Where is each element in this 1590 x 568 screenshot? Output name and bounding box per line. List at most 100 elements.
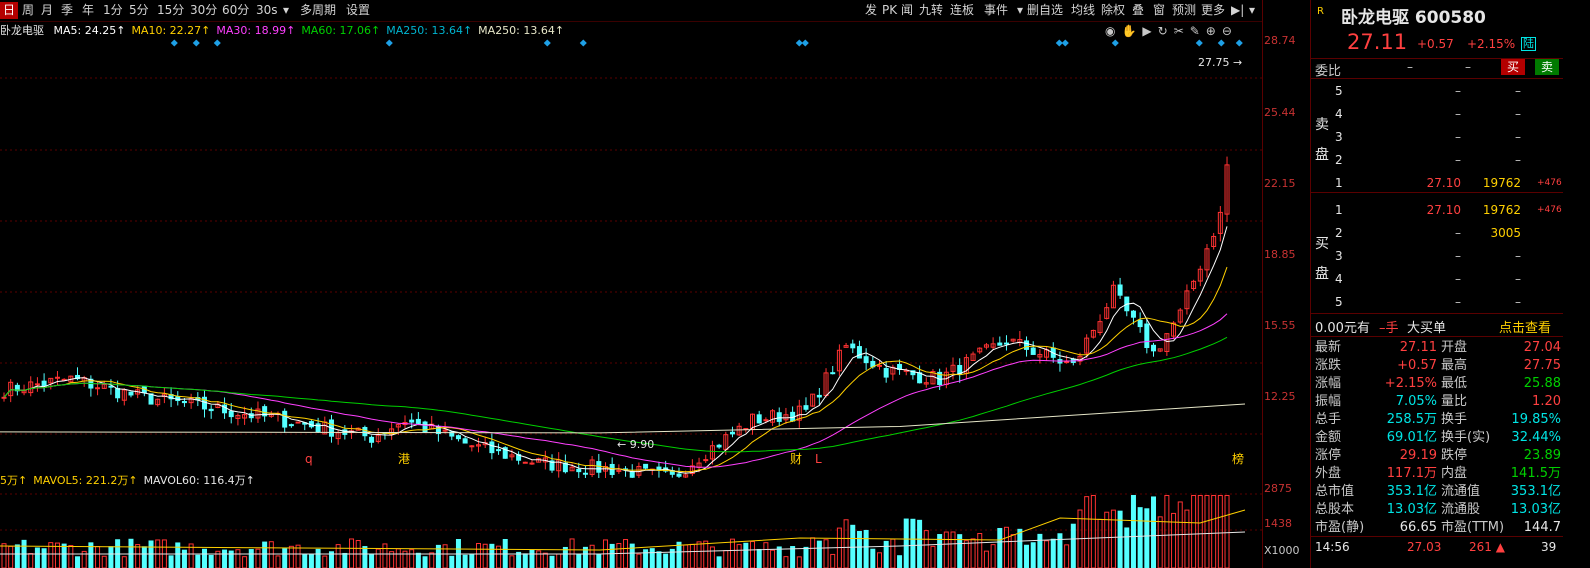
volume-bar	[1224, 494, 1230, 568]
candle-body	[95, 387, 101, 390]
volume-bar	[636, 553, 642, 568]
buy-level-row[interactable]: 4 – –	[1311, 268, 1563, 290]
volume-bar	[689, 543, 695, 568]
buy-level-row[interactable]: 5 – –	[1311, 291, 1563, 313]
stat-value: 29.19	[1399, 448, 1437, 463]
period-tab-8[interactable]: 30分	[187, 2, 218, 19]
volume-bar	[676, 541, 682, 568]
toolbar-tool-0[interactable]: 发	[862, 2, 880, 19]
event-diamond-icon[interactable]	[801, 39, 809, 47]
sell-level-row[interactable]: 1 27.10 19762 +476	[1311, 172, 1563, 194]
volume-bar	[248, 549, 254, 568]
event-diamond-icon[interactable]	[1235, 39, 1243, 47]
event-diamond-icon[interactable]	[1195, 39, 1203, 47]
period-tab-10[interactable]: 30s	[253, 2, 278, 19]
volume-bar	[268, 541, 274, 568]
settings-button[interactable]: 设置	[343, 2, 373, 19]
volume-bar	[489, 543, 495, 568]
event-diamond-icon[interactable]	[385, 39, 393, 47]
toolbar-tool-8[interactable]: 除权	[1098, 2, 1128, 19]
chart-toolbar: 日周月季年 1分 5分 15分 30分 60分 30s ▾ 多周期 设置发 PK 闻九转 连板 事件 删自选…	[0, 0, 1262, 22]
candle-body	[850, 343, 856, 349]
volume-bar	[308, 554, 314, 568]
event-diamond-icon[interactable]	[1061, 39, 1069, 47]
event-diamond-icon[interactable]	[543, 39, 551, 47]
sell-level-row[interactable]: 2 – –	[1311, 149, 1563, 171]
event-diamond-icon[interactable]	[170, 39, 178, 47]
period-tab-7[interactable]: 15分	[154, 2, 186, 19]
ma-legend-item: MA10: 22.27↑	[131, 24, 211, 37]
price-tick-label: 25.44	[1264, 106, 1296, 119]
event-diamond-icon[interactable]	[579, 39, 587, 47]
multi-period-button[interactable]: 多周期	[297, 2, 339, 19]
buy-level-row[interactable]: 1 27.10 19762 +476	[1311, 199, 1563, 221]
volume-bar	[582, 546, 588, 568]
sell-button[interactable]: 卖	[1535, 59, 1559, 75]
candle-body	[415, 418, 421, 424]
volume-bar	[1030, 542, 1036, 568]
volume-bar	[8, 545, 14, 568]
ma5-line	[3, 226, 1228, 474]
event-diamond-icon[interactable]	[1217, 39, 1225, 47]
toolbar-tool-11[interactable]: 预测	[1169, 2, 1199, 19]
event-mark[interactable]: 港	[398, 452, 410, 466]
volume-bar	[449, 555, 455, 568]
volume-bar	[476, 543, 482, 568]
toolbar-tool-2[interactable]: 闻	[898, 2, 916, 19]
toolbar-tool-12[interactable]: 更多	[1198, 2, 1228, 19]
period-tab-9[interactable]: 60分	[219, 2, 252, 19]
period-tab-0[interactable]: 日	[0, 2, 18, 19]
sell-level-row[interactable]: 4 – –	[1311, 103, 1563, 125]
candle-body	[362, 427, 368, 437]
toolbar-tool-7[interactable]: 均线	[1068, 2, 1098, 19]
buy-level-row[interactable]: 3 – –	[1311, 245, 1563, 267]
level-number: 5	[1335, 84, 1343, 98]
toolbar-tool-3[interactable]: 九转	[916, 2, 946, 19]
candle-body	[1, 396, 7, 399]
chevron-down-icon[interactable]: ▾	[1246, 2, 1258, 19]
period-tab-4[interactable]: 年	[79, 2, 99, 19]
chevron-down-icon[interactable]: ▾	[1014, 2, 1026, 19]
volume-bar	[1151, 496, 1157, 568]
period-tab-5[interactable]: 1分	[100, 2, 125, 19]
sell-level-row[interactable]: 5 – –	[1311, 80, 1563, 102]
chevron-down-icon[interactable]: ▾	[280, 2, 292, 19]
level-price: –	[1455, 107, 1461, 121]
event-mark[interactable]: q	[305, 452, 313, 466]
candle-body	[1144, 323, 1150, 349]
volume-bar	[382, 543, 388, 568]
sell-level-row[interactable]: 3 – –	[1311, 126, 1563, 148]
toolbar-tool-10[interactable]: 窗	[1150, 2, 1168, 19]
volume-bar	[576, 553, 582, 568]
period-tab-6[interactable]: 5分	[126, 2, 153, 19]
stat-value: 27.04	[1523, 340, 1561, 355]
toolbar-tool-6[interactable]: 删自选	[1024, 2, 1066, 19]
stat-value: 353.1亿	[1386, 484, 1437, 499]
event-diamond-icon[interactable]	[1111, 39, 1119, 47]
level-volume: –	[1515, 295, 1521, 309]
toolbar-tool-4[interactable]: 连板	[947, 2, 977, 19]
ma-legend-item: MA5: 24.25↑	[53, 24, 126, 37]
volume-bar	[395, 548, 401, 568]
toolbar-tool-9[interactable]: 叠	[1129, 2, 1147, 19]
event-mark[interactable]: 榜	[1232, 451, 1244, 466]
toolbar-tool-5[interactable]: 事件	[981, 2, 1011, 19]
buy-level-row[interactable]: 2 – 3005	[1311, 222, 1563, 244]
event-mark[interactable]: 财	[790, 452, 802, 466]
chart-tools[interactable]: ◉✋▶↻✂✎⊕⊖	[1105, 24, 1238, 38]
ma60-line	[3, 336, 1228, 453]
candlestick-chart[interactable]: 27.75 → ← 9.90 q 港 财 L 榜	[0, 38, 1262, 478]
collapse-panel-icon[interactable]: ▶|	[1228, 2, 1247, 19]
event-diamond-icon[interactable]	[213, 39, 221, 47]
volume-bar	[1, 543, 7, 568]
period-tab-3[interactable]: 季	[58, 2, 78, 19]
toolbar-tool-1[interactable]: PK	[879, 2, 900, 19]
period-tab-1[interactable]: 周	[19, 2, 37, 19]
buy-button[interactable]: 买	[1501, 59, 1525, 75]
period-tab-2[interactable]: 月	[38, 2, 56, 19]
volume-chart[interactable]	[0, 488, 1262, 568]
view-details-link[interactable]: 点击查看	[1499, 317, 1551, 336]
event-mark[interactable]: L	[815, 452, 822, 466]
level-number: 1	[1335, 203, 1343, 217]
event-diamond-icon[interactable]	[192, 39, 200, 47]
